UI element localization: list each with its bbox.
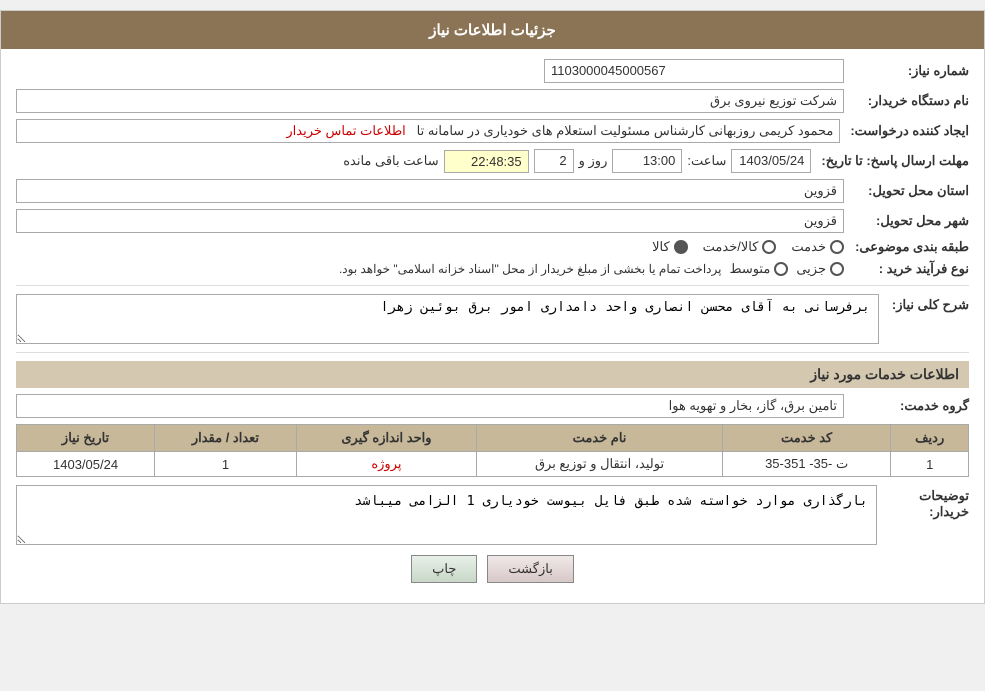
deadline-countdown: 22:48:35 bbox=[444, 150, 529, 173]
need-number-label: شماره نیاز: bbox=[849, 63, 969, 79]
creator-contact-link[interactable]: اطلاعات تماس خریدار bbox=[286, 123, 405, 138]
deadline-label: مهلت ارسال پاسخ: تا تاریخ: bbox=[816, 153, 969, 169]
purchase-note: پرداخت تمام یا بخشی از مبلغ خریدار از مح… bbox=[339, 262, 722, 276]
need-number-row: شماره نیاز: 1103000045000567 bbox=[16, 59, 969, 83]
cell-service-name: تولید، انتقال و توزیع برق bbox=[477, 452, 723, 477]
buyer-system-value: شرکت توزیع نیروی برق bbox=[16, 89, 844, 113]
table-row: 1 ت -35- 351-35 تولید، انتقال و توزیع بر… bbox=[17, 452, 969, 477]
category-goods-service-label: کالا/خدمت bbox=[703, 239, 759, 255]
service-group-value: تامین برق، گاز، بخار و تهویه هوا bbox=[16, 394, 844, 418]
category-option-service[interactable]: خدمت bbox=[791, 239, 844, 255]
deadline-row: مهلت ارسال پاسخ: تا تاریخ: 1403/05/24 سا… bbox=[16, 149, 969, 173]
province-label: استان محل تحویل: bbox=[849, 183, 969, 199]
remaining-label: ساعت باقی مانده bbox=[343, 153, 438, 169]
creator-label: ایجاد کننده درخواست: bbox=[845, 123, 969, 139]
deadline-time: 13:00 bbox=[612, 149, 682, 173]
service-group-row: گروه خدمت: تامین برق، گاز، بخار و تهویه … bbox=[16, 394, 969, 418]
deadline-time-label: ساعت: bbox=[687, 153, 726, 169]
radio-medium-icon bbox=[774, 262, 788, 276]
creator-text: محمود کریمی روزبهانی کارشناس مسئولیت است… bbox=[417, 123, 834, 138]
purchase-partial-label: جزیی bbox=[796, 261, 826, 277]
buyer-desc-row: توضیحات خریدار: بارگذاری موارد خواسته شد… bbox=[16, 485, 969, 545]
cell-date: 1403/05/24 bbox=[17, 452, 155, 477]
deadline-date: 1403/05/24 bbox=[731, 149, 811, 173]
category-service-label: خدمت bbox=[791, 239, 826, 255]
category-radio-group: خدمت کالا/خدمت کالا bbox=[652, 239, 844, 255]
category-row: طبقه بندی موضوعی: خدمت کالا/خدمت کالا bbox=[16, 239, 969, 255]
col-row-num: ردیف bbox=[891, 425, 969, 452]
buyer-desc-textarea[interactable]: بارگذاری موارد خواسته شده طبق فایل بیوست… bbox=[16, 485, 877, 545]
purchase-medium-label: متوسط bbox=[729, 261, 770, 277]
category-label: طبقه بندی موضوعی: bbox=[849, 239, 969, 255]
print-button[interactable]: چاپ bbox=[411, 555, 477, 583]
radio-goods-icon bbox=[674, 240, 688, 254]
purchase-option-medium[interactable]: متوسط bbox=[729, 261, 788, 277]
buyer-system-row: نام دستگاه خریدار: شرکت توزیع نیروی برق bbox=[16, 89, 969, 113]
radio-partial-icon bbox=[830, 262, 844, 276]
need-desc-label: شرح کلی نیاز: bbox=[879, 294, 969, 313]
creator-row: ایجاد کننده درخواست: محمود کریمی روزبهان… bbox=[16, 119, 969, 143]
cell-service-code: ت -35- 351-35 bbox=[722, 452, 890, 477]
cell-quantity: 1 bbox=[155, 452, 297, 477]
category-option-goods-service[interactable]: کالا/خدمت bbox=[703, 239, 777, 255]
purchase-type-options: جزیی متوسط پرداخت تمام یا بخشی از مبلغ خ… bbox=[339, 261, 844, 277]
city-row: شهر محل تحویل: قزوین bbox=[16, 209, 969, 233]
deadline-days: 2 bbox=[534, 149, 574, 173]
city-label: شهر محل تحویل: bbox=[849, 213, 969, 229]
services-section-title: اطلاعات خدمات مورد نیاز bbox=[16, 361, 969, 388]
city-value: قزوین bbox=[16, 209, 844, 233]
purchase-option-partial[interactable]: جزیی bbox=[796, 261, 844, 277]
purchase-type-label: نوع فرآیند خرید : bbox=[849, 261, 969, 277]
col-service-code: کد خدمت bbox=[722, 425, 890, 452]
col-date: تاریخ نیاز bbox=[17, 425, 155, 452]
category-goods-label: کالا bbox=[652, 239, 670, 255]
back-button[interactable]: بازگشت bbox=[487, 555, 573, 583]
need-desc-textarea[interactable]: برفرسانی به آقای محسن انصاری واحد دامدار… bbox=[16, 294, 879, 344]
buyer-system-label: نام دستگاه خریدار: bbox=[849, 93, 969, 109]
creator-value: محمود کریمی روزبهانی کارشناس مسئولیت است… bbox=[16, 119, 840, 143]
province-row: استان محل تحویل: قزوین bbox=[16, 179, 969, 203]
radio-goods-service-icon bbox=[762, 240, 776, 254]
divider-1 bbox=[16, 285, 969, 286]
services-table: ردیف کد خدمت نام خدمت واحد اندازه گیری ت… bbox=[16, 424, 969, 477]
service-group-label: گروه خدمت: bbox=[849, 398, 969, 414]
page-container: جزئیات اطلاعات نیاز شماره نیاز: 11030000… bbox=[0, 10, 985, 604]
button-row: بازگشت چاپ bbox=[16, 555, 969, 583]
content-area: شماره نیاز: 1103000045000567 نام دستگاه … bbox=[1, 49, 984, 603]
divider-2 bbox=[16, 352, 969, 353]
purchase-type-row: نوع فرآیند خرید : جزیی متوسط پرداخت تمام… bbox=[16, 261, 969, 277]
need-desc-row: شرح کلی نیاز: برفرسانی به آقای محسن انصا… bbox=[16, 294, 969, 344]
radio-service-icon bbox=[830, 240, 844, 254]
page-title: جزئیات اطلاعات نیاز bbox=[429, 22, 556, 39]
col-unit: واحد اندازه گیری bbox=[296, 425, 476, 452]
page-header: جزئیات اطلاعات نیاز bbox=[1, 11, 984, 49]
province-value: قزوین bbox=[16, 179, 844, 203]
cell-unit: پروژه bbox=[296, 452, 476, 477]
need-number-value: 1103000045000567 bbox=[544, 59, 844, 83]
buyer-desc-label: توضیحات خریدار: bbox=[877, 485, 969, 520]
category-option-goods[interactable]: کالا bbox=[652, 239, 688, 255]
deadline-days-label: روز و bbox=[579, 153, 608, 169]
cell-row-num: 1 bbox=[891, 452, 969, 477]
col-service-name: نام خدمت bbox=[477, 425, 723, 452]
col-quantity: تعداد / مقدار bbox=[155, 425, 297, 452]
